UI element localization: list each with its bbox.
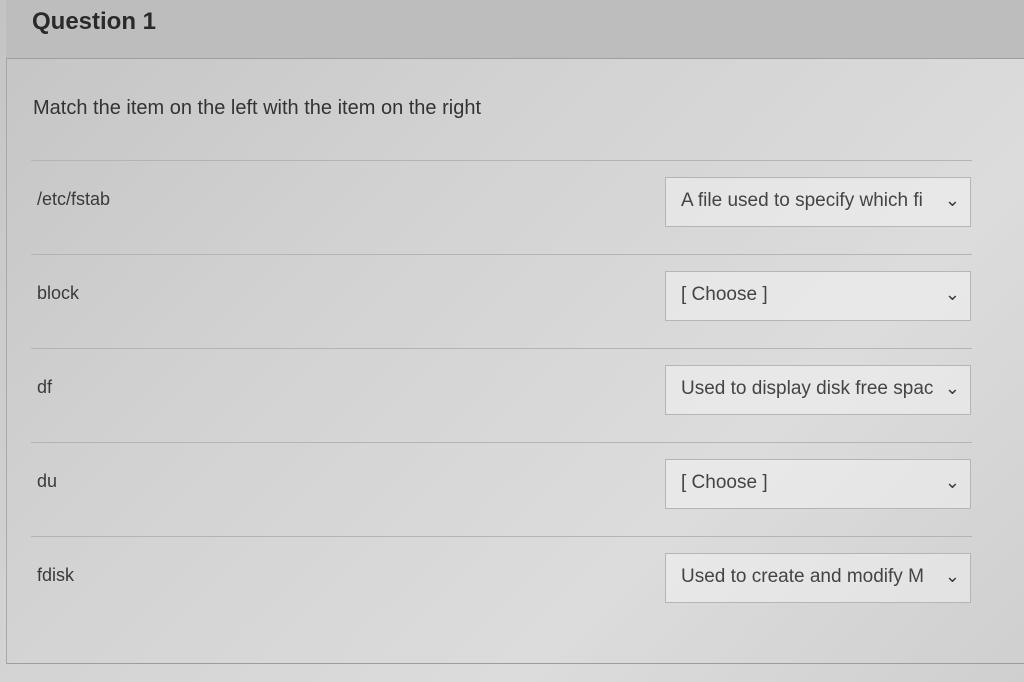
match-term: fdisk bbox=[37, 565, 75, 585]
chevron-down-icon: ⌄ bbox=[944, 190, 960, 210]
match-answer-select[interactable]: [ Choose ] ⌄ bbox=[665, 459, 971, 509]
match-term: /etc/fstab bbox=[37, 189, 111, 209]
chevron-down-icon: ⌄ bbox=[944, 472, 960, 492]
selected-answer: [ Choose ] bbox=[681, 472, 768, 493]
chevron-down-icon: ⌄ bbox=[944, 284, 960, 304]
selected-answer: Used to display disk free spac bbox=[681, 378, 934, 399]
match-term: du bbox=[37, 471, 58, 491]
quiz-page: Question 1 Match the item on the left wi… bbox=[0, 0, 1024, 682]
question-header: Question 1 bbox=[6, 0, 1024, 59]
match-row-5: fdisk Used to create and modify M ⌄ bbox=[31, 536, 972, 631]
selected-answer: Used to create and modify M bbox=[681, 566, 924, 587]
match-row-1: /etc/fstab A file used to specify which … bbox=[31, 160, 972, 255]
chevron-down-icon: ⌄ bbox=[944, 378, 960, 398]
match-answer-select[interactable]: [ Choose ] ⌄ bbox=[665, 271, 971, 321]
match-row-4: du [ Choose ] ⌄ bbox=[31, 442, 972, 537]
match-term: df bbox=[37, 377, 53, 397]
match-answer-select[interactable]: Used to display disk free spac ⌄ bbox=[665, 365, 971, 415]
question-card: Match the item on the left with the item… bbox=[6, 59, 1024, 664]
match-answer-select[interactable]: Used to create and modify M ⌄ bbox=[665, 553, 971, 603]
question-prompt: Match the item on the left with the item… bbox=[33, 97, 482, 119]
match-term: block bbox=[37, 283, 80, 303]
match-row-2: block [ Choose ] ⌄ bbox=[31, 254, 972, 349]
selected-answer: [ Choose ] bbox=[681, 284, 768, 305]
match-answer-select[interactable]: A file used to specify which fi ⌄ bbox=[665, 177, 971, 227]
match-row-3: df Used to display disk free spac ⌄ bbox=[31, 348, 972, 443]
question-title: Question 1 bbox=[32, 8, 157, 35]
chevron-down-icon: ⌄ bbox=[944, 566, 960, 586]
selected-answer: A file used to specify which fi bbox=[681, 190, 923, 211]
